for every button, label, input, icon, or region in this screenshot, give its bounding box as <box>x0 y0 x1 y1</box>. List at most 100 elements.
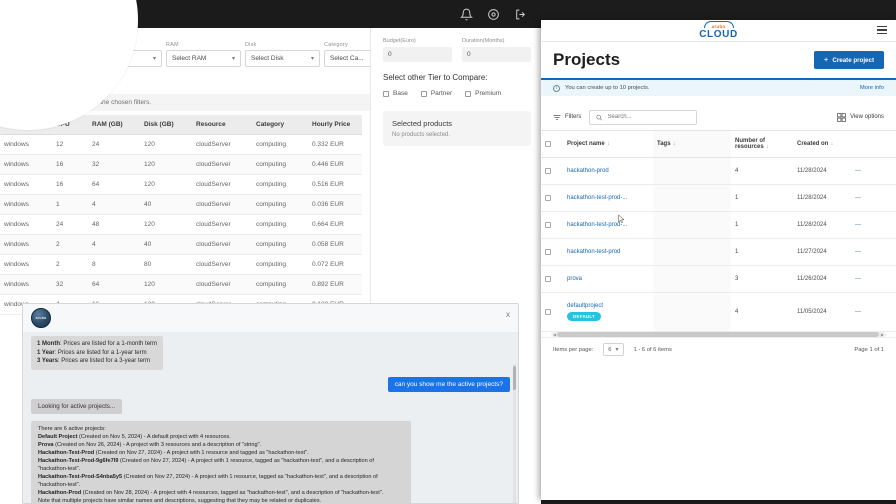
row-checkbox-cell[interactable] <box>541 158 563 185</box>
info-banner-text: You can create up to 10 projects. <box>565 85 650 91</box>
row-actions-menu-icon[interactable]: --- <box>855 168 861 174</box>
select-all-cell[interactable] <box>541 131 563 158</box>
col-disk[interactable]: Disk (GB) <box>140 115 192 135</box>
table-cell: 32 <box>88 155 140 175</box>
filter-disk-box[interactable]: Select Disk ▾ <box>245 50 320 67</box>
close-icon[interactable]: x <box>506 310 510 319</box>
tier-option-partner[interactable]: Partner <box>421 90 452 97</box>
table-row[interactable]: windows1632120cloudServercomputing0.446 … <box>0 155 362 175</box>
filter-disk[interactable]: Disk Select Disk ▾ <box>245 42 320 67</box>
duration-input[interactable]: 0 <box>462 47 531 62</box>
filter-ram-box[interactable]: Select RAM ▾ <box>166 50 241 67</box>
search-box[interactable] <box>589 110 697 125</box>
tier-options: Base Partner Premium <box>383 90 531 97</box>
created-on-cell: 11/26/2024 <box>793 266 851 293</box>
filters-button[interactable]: Filters <box>553 114 581 121</box>
col-resource[interactable]: Resource <box>192 115 252 135</box>
table-cell: 0.332 EUR <box>308 135 362 155</box>
project-name-cell: prova <box>563 266 653 293</box>
hamburger-menu-icon[interactable] <box>877 26 887 36</box>
row-actions-menu-icon[interactable]: --- <box>855 309 861 315</box>
chat-bubble-status: Looking for active projects... <box>31 399 122 414</box>
table-row[interactable]: hackathon-test-prod-...111/28/2024--- <box>541 212 896 239</box>
row-actions-cell[interactable]: --- <box>851 293 896 332</box>
view-options-button[interactable]: View options <box>837 113 884 122</box>
table-row[interactable]: hackathon-test-prod111/27/2024--- <box>541 239 896 266</box>
tier-option-base[interactable]: Base <box>383 90 408 97</box>
checkbox-icon[interactable] <box>421 91 427 97</box>
settings-icon[interactable] <box>487 8 500 21</box>
project-name-cell: defaultprojectDEFAULT <box>563 293 653 332</box>
items-per-page-select[interactable]: 6 ▾ <box>603 343 623 356</box>
scroll-left-icon[interactable]: ◀ <box>553 332 556 337</box>
row-actions-cell[interactable]: --- <box>851 185 896 212</box>
row-checkbox-cell[interactable] <box>541 185 563 212</box>
row-checkbox-cell[interactable] <box>541 266 563 293</box>
row-checkbox-cell[interactable] <box>541 212 563 239</box>
table-row[interactable]: prova311/26/2024--- <box>541 266 896 293</box>
col-tags[interactable]: Tags↓ <box>653 131 731 158</box>
table-cell: 0.516 EUR <box>308 175 362 195</box>
project-name-link[interactable]: prova <box>567 276 582 282</box>
table-cell: 0.664 EUR <box>308 215 362 235</box>
checkbox-icon[interactable] <box>545 249 551 255</box>
row-actions-menu-icon[interactable]: --- <box>855 222 861 228</box>
aruba-cloud-logo[interactable]: aruba CLOUD <box>699 21 738 39</box>
chat-message-list[interactable]: 1 Month: Prices are listed for a 1-month… <box>23 332 518 504</box>
project-name-link[interactable]: hackathon-test-prod <box>567 249 620 255</box>
horizontal-scrollbar-thumb[interactable] <box>557 332 879 337</box>
checkbox-icon[interactable] <box>545 276 551 282</box>
col-created-on[interactable]: Created on↓ <box>793 131 851 158</box>
more-info-link[interactable]: More info <box>860 85 884 91</box>
row-actions-menu-icon[interactable]: --- <box>855 276 861 282</box>
checkbox-icon[interactable] <box>545 168 551 174</box>
page-info-label: Page 1 of 1 <box>854 347 884 353</box>
tags-cell <box>653 158 731 185</box>
bell-icon[interactable] <box>460 8 473 21</box>
table-row[interactable]: windows1440cloudServercomputing0.036 EUR <box>0 195 362 215</box>
chat-scrollbar-thumb[interactable] <box>513 366 516 390</box>
checkbox-icon[interactable] <box>545 141 551 147</box>
table-row[interactable]: windows1664120cloudServercomputing0.516 … <box>0 175 362 195</box>
col-project-name[interactable]: Project name↓ <box>563 131 653 158</box>
scroll-right-icon[interactable]: ▶ <box>881 332 884 337</box>
table-row[interactable]: windows2880cloudServercomputing0.072 EUR <box>0 255 362 275</box>
row-actions-cell[interactable]: --- <box>851 266 896 293</box>
horizontal-scrollbar[interactable]: ◀ ▶ <box>551 332 886 337</box>
row-actions-cell[interactable]: --- <box>851 212 896 239</box>
table-row[interactable]: defaultprojectDEFAULT411/05/2024--- <box>541 293 896 332</box>
row-checkbox-cell[interactable] <box>541 293 563 332</box>
create-project-button[interactable]: + Create project <box>814 51 884 69</box>
logout-icon[interactable] <box>514 8 527 21</box>
row-actions-cell[interactable]: --- <box>851 158 896 185</box>
checkbox-icon[interactable] <box>545 195 551 201</box>
checkbox-icon[interactable] <box>383 91 389 97</box>
row-actions-cell[interactable]: --- <box>851 239 896 266</box>
project-name-link[interactable]: hackathon-test-prod-... <box>567 195 627 201</box>
row-checkbox-cell[interactable] <box>541 239 563 266</box>
project-name-link[interactable]: hackathon-prod <box>567 168 609 174</box>
table-row[interactable]: hackathon-prod411/28/2024--- <box>541 158 896 185</box>
checkbox-icon[interactable] <box>545 222 551 228</box>
table-row[interactable]: windows2448120cloudServercomputing0.664 … <box>0 215 362 235</box>
tier-option-premium[interactable]: Premium <box>465 90 501 97</box>
col-ram[interactable]: RAM (GB) <box>88 115 140 135</box>
comparison-panel: Budget(Euro) 0 Duration(Months) 0 Select… <box>370 28 541 318</box>
table-row[interactable]: windows3264120cloudServercomputing0.892 … <box>0 275 362 295</box>
search-input[interactable] <box>608 114 691 120</box>
table-row[interactable]: windows2440cloudServercomputing0.058 EUR <box>0 235 362 255</box>
col-resources[interactable]: Number of resources↓ <box>731 131 793 158</box>
row-actions-menu-icon[interactable]: --- <box>855 195 861 201</box>
filter-ram[interactable]: RAM Select RAM ▾ <box>166 42 241 67</box>
table-row[interactable]: hackathon-test-prod-...111/28/2024--- <box>541 185 896 212</box>
col-category[interactable]: Category <box>252 115 308 135</box>
budget-input[interactable]: 0 <box>383 47 452 62</box>
table-cell: windows <box>0 215 52 235</box>
table-cell: cloudServer <box>192 215 252 235</box>
table-cell: 0.058 EUR <box>308 235 362 255</box>
checkbox-icon[interactable] <box>465 91 471 97</box>
col-hourly-price[interactable]: Hourly Price <box>308 115 362 135</box>
checkbox-icon[interactable] <box>545 309 551 315</box>
table-row[interactable]: windows1224120cloudServercomputing0.332 … <box>0 135 362 155</box>
row-actions-menu-icon[interactable]: --- <box>855 249 861 255</box>
